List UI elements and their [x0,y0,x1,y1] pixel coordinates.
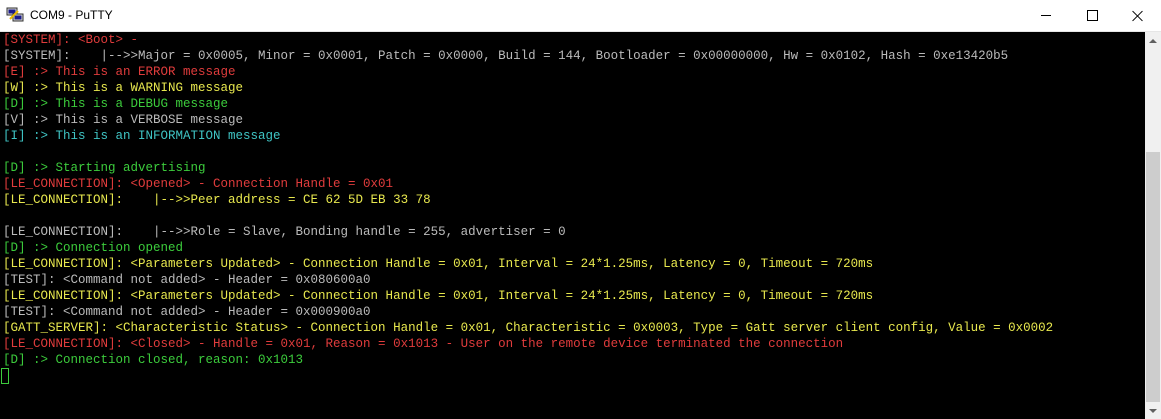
terminal-line: [GATT_SERVER]: <Characteristic Status> -… [3,321,1054,335]
putty-window: COM9 - PuTTY [SYSTEM]: <Boot> - [SYSTEM]:… [0,0,1161,419]
terminal-line: [D] :> This is a DEBUG message [3,97,229,111]
maximize-button[interactable] [1069,0,1115,31]
terminal-line: [E] :> This is an ERROR message [3,65,236,79]
terminal-line: [D] :> Connection opened [3,241,184,255]
arrow-up-icon [1149,38,1157,43]
arrow-down-icon [1149,408,1157,413]
close-button[interactable] [1115,0,1161,31]
terminal-line: [LE_CONNECTION]: <Opened> - Connection H… [3,177,394,191]
terminal-line: [LE_CONNECTION]: <Parameters Updated> - … [3,257,874,271]
terminal-line: [TEST]: <Command not added> - Header = 0… [3,273,371,287]
maximize-icon [1086,10,1098,21]
minimize-icon [1041,15,1051,16]
terminal-line: [LE_CONNECTION]: <Closed> - Handle = 0x0… [3,337,844,351]
terminal-line: [LE_CONNECTION]: <Parameters Updated> - … [3,289,874,303]
text-cursor [1,368,9,384]
terminal-line: [W] :> This is a WARNING message [3,81,244,95]
terminal-line: [LE_CONNECTION]: |-->>Peer address = CE … [3,193,431,207]
minimize-button[interactable] [1023,0,1069,31]
terminal-line: [D] :> Connection closed, reason: 0x1013 [3,353,304,367]
close-icon [1132,10,1144,22]
terminal-line: [V] :> This is a VERBOSE message [3,113,244,127]
terminal-line: [LE_CONNECTION]: |-->>Role = Slave, Bond… [3,225,566,239]
scroll-down-button[interactable] [1145,402,1161,419]
terminal-line: [D] :> Starting advertising [3,161,206,175]
terminal-line: [I] :> This is an INFORMATION message [3,129,281,143]
vertical-scrollbar[interactable] [1145,32,1161,419]
terminal-line: [SYSTEM]: <Boot> - [3,33,139,47]
putty-icon[interactable] [6,7,24,23]
title-bar[interactable]: COM9 - PuTTY [0,0,1161,32]
window-title: COM9 - PuTTY [30,8,113,22]
scrollbar-thumb[interactable] [1146,152,1160,402]
terminal-line: [TEST]: <Command not added> - Header = 0… [3,305,371,319]
terminal-line: [SYSTEM]: |-->>Major = 0x0005, Minor = 0… [3,49,1009,63]
terminal-output[interactable]: [SYSTEM]: <Boot> - [SYSTEM]: |-->>Major =… [0,32,1145,419]
scroll-up-button[interactable] [1145,32,1161,49]
